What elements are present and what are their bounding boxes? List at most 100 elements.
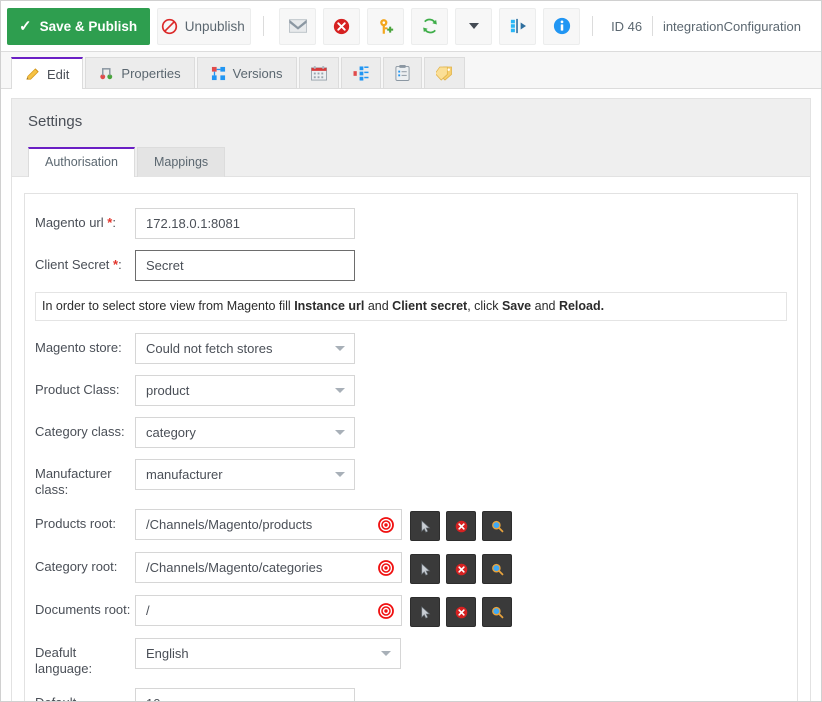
product-class-label: Product Class:	[35, 375, 135, 398]
field-row-documents-root: Documents root: /	[25, 595, 797, 627]
field-row-magento-store: Magento store: Could not fetch stores	[25, 333, 797, 364]
application-window: ✓ Save & Publish Unpublish	[0, 0, 822, 702]
field-row-category-class: Category class: category	[25, 417, 797, 448]
default-language-select[interactable]: English	[135, 638, 401, 669]
cursor-select-button[interactable]	[410, 554, 440, 584]
collapse-panel-button[interactable]	[499, 8, 536, 45]
delete-button[interactable]	[323, 8, 360, 45]
required-marker: *	[109, 257, 118, 272]
save-and-publish-label: Save & Publish	[40, 19, 138, 34]
field-row-default-classification-store: Default classification store: 10	[25, 688, 797, 702]
tab-schedule[interactable]	[299, 57, 339, 88]
check-icon: ✓	[19, 19, 32, 34]
tab-versions-label: Versions	[233, 66, 283, 81]
tab-tags[interactable]	[424, 57, 465, 88]
toolbar-divider-2	[592, 16, 593, 36]
documents-root-input[interactable]: /	[135, 595, 402, 626]
default-classification-store-select[interactable]: 10	[135, 688, 355, 702]
search-magnifier-icon	[491, 563, 504, 576]
cursor-select-button[interactable]	[410, 511, 440, 541]
product-class-select[interactable]: product	[135, 375, 355, 406]
tab-versions[interactable]: Versions	[197, 57, 297, 88]
magento-store-label: Magento store:	[35, 333, 135, 356]
toolbar-divider-1	[263, 16, 264, 36]
save-and-publish-button[interactable]: ✓ Save & Publish	[7, 8, 150, 45]
target-record-icon[interactable]	[378, 517, 394, 533]
info-message: In order to select store view from Magen…	[35, 292, 787, 321]
clear-red-x-icon	[455, 520, 468, 533]
send-mail-button[interactable]	[279, 8, 316, 45]
subtab-authorisation[interactable]: Authorisation	[28, 147, 135, 177]
subtab-mappings-label: Mappings	[154, 155, 208, 169]
search-button[interactable]	[482, 597, 512, 627]
products-root-input[interactable]: /Channels/Magento/products	[135, 509, 402, 540]
magento-url-label: Magento url *:	[35, 208, 135, 231]
documents-root-label: Documents root:	[35, 595, 135, 618]
permissions-button[interactable]	[367, 8, 404, 45]
calendar-icon	[311, 66, 327, 81]
search-button[interactable]	[482, 554, 512, 584]
manufacturer-class-value: manufacturer	[146, 467, 223, 482]
panel-collapse-icon	[509, 18, 527, 34]
documents-root-buttons	[410, 595, 512, 627]
info-bold-instance-url: Instance url	[294, 299, 364, 313]
info-icon	[553, 17, 571, 35]
info-button[interactable]	[543, 8, 580, 45]
documents-root-value: /	[146, 603, 150, 618]
info-bold-reload: Reload.	[559, 299, 604, 313]
tags-icon	[436, 66, 453, 81]
clear-button[interactable]	[446, 554, 476, 584]
chevron-down-icon	[335, 430, 345, 435]
reload-options-button[interactable]	[455, 8, 492, 45]
clear-red-x-icon	[455, 563, 468, 576]
reload-button[interactable]	[411, 8, 448, 45]
save-and-publish-main[interactable]: ✓ Save & Publish	[7, 8, 150, 45]
cursor-select-button[interactable]	[410, 597, 440, 627]
cursor-select-icon	[419, 563, 432, 576]
products-root-label: Products root:	[35, 509, 135, 532]
clear-button[interactable]	[446, 597, 476, 627]
field-row-client-secret: Client Secret *: Secret	[25, 250, 797, 281]
manufacturer-class-select[interactable]: manufacturer	[135, 459, 355, 490]
product-class-value: product	[146, 383, 189, 398]
client-secret-value: Secret	[146, 258, 184, 273]
magento-store-select[interactable]: Could not fetch stores	[135, 333, 355, 364]
default-classification-store-label: Default classification store:	[35, 688, 135, 702]
category-root-input[interactable]: /Channels/Magento/categories	[135, 552, 402, 583]
unpublish-button[interactable]: Unpublish	[157, 8, 251, 45]
info-text-2: and	[364, 299, 392, 313]
envelope-icon	[289, 19, 307, 33]
products-root-value: /Channels/Magento/products	[146, 517, 312, 532]
category-class-value: category	[146, 425, 196, 440]
subtab-mappings[interactable]: Mappings	[137, 147, 225, 177]
tab-edit-label: Edit	[47, 67, 69, 82]
chevron-down-icon	[335, 346, 345, 351]
target-record-icon[interactable]	[378, 560, 394, 576]
top-toolbar: ✓ Save & Publish Unpublish	[1, 1, 821, 52]
required-marker: *	[104, 215, 113, 230]
tab-edit[interactable]: Edit	[11, 57, 83, 89]
magento-url-input[interactable]: 172.18.0.1:8081	[135, 208, 355, 239]
authorisation-fieldset: Magento url *: 172.18.0.1:8081 Client Se…	[24, 193, 798, 702]
category-root-value: /Channels/Magento/categories	[146, 560, 322, 575]
settings-form-area: Magento url *: 172.18.0.1:8081 Client Se…	[12, 177, 810, 702]
tab-properties[interactable]: Properties	[85, 57, 194, 88]
client-secret-input[interactable]: Secret	[135, 250, 355, 281]
field-row-manufacturer-class: Manufacturer class: manufacturer	[25, 459, 797, 498]
clear-button[interactable]	[446, 511, 476, 541]
sitemap-icon	[353, 66, 369, 81]
search-button[interactable]	[482, 511, 512, 541]
target-record-icon[interactable]	[378, 603, 394, 619]
cursor-select-icon	[419, 520, 432, 533]
magento-store-value: Could not fetch stores	[146, 341, 272, 356]
info-text-3: , click	[467, 299, 502, 313]
tab-dependencies[interactable]	[341, 57, 381, 88]
tab-tasks[interactable]	[383, 57, 422, 88]
document-name: integrationConfiguration	[653, 19, 811, 34]
category-class-select[interactable]: category	[135, 417, 355, 448]
clear-red-x-icon	[455, 606, 468, 619]
chevron-down-icon	[469, 23, 479, 29]
settings-subtabs: Authorisation Mappings	[28, 147, 794, 177]
chevron-down-icon	[381, 651, 391, 656]
info-text-4: and	[531, 299, 559, 313]
